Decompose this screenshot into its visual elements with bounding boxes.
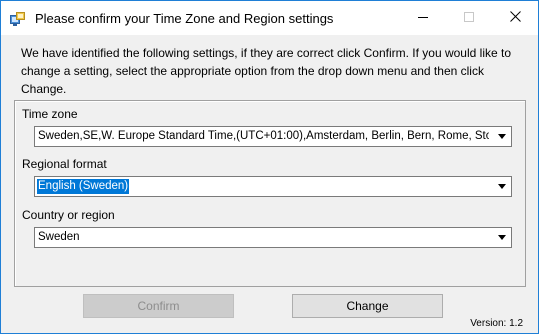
- dialog-content: We have identified the following setting…: [1, 35, 538, 333]
- regional-format-dropdown[interactable]: English (Sweden): [34, 176, 512, 197]
- version-label: Version: 1.2: [470, 318, 523, 329]
- minimize-button[interactable]: [400, 1, 446, 35]
- window-title: Please confirm your Time Zone and Region…: [35, 11, 334, 26]
- settings-group: Time zone Sweden,SE,W. Europe Standard T…: [14, 100, 526, 287]
- close-icon: [509, 9, 521, 27]
- time-zone-dropdown[interactable]: Sweden,SE,W. Europe Standard Time,(UTC+0…: [34, 126, 512, 147]
- chevron-down-icon[interactable]: [493, 178, 510, 195]
- dialog-window: Please confirm your Time Zone and Region…: [0, 0, 539, 334]
- intro-text: We have identified the following setting…: [21, 46, 512, 96]
- time-zone-label: Time zone: [22, 107, 78, 121]
- chevron-down-icon[interactable]: [493, 128, 510, 145]
- app-icon: [10, 11, 26, 27]
- close-button[interactable]: [492, 1, 538, 35]
- chevron-down-icon[interactable]: [493, 229, 510, 246]
- title-bar[interactable]: Please confirm your Time Zone and Region…: [1, 1, 538, 35]
- country-region-label: Country or region: [22, 208, 115, 222]
- country-region-value: Sweden: [38, 231, 80, 243]
- regional-format-value: English (Sweden): [37, 179, 130, 194]
- minimize-icon: [418, 9, 428, 27]
- country-region-dropdown[interactable]: Sweden: [34, 227, 512, 248]
- time-zone-value: Sweden,SE,W. Europe Standard Time,(UTC+0…: [38, 130, 489, 142]
- confirm-button[interactable]: Confirm: [83, 294, 234, 318]
- regional-format-label: Regional format: [22, 157, 107, 171]
- change-button[interactable]: Change: [292, 294, 443, 318]
- maximize-icon: [464, 9, 474, 27]
- maximize-button: [446, 1, 492, 35]
